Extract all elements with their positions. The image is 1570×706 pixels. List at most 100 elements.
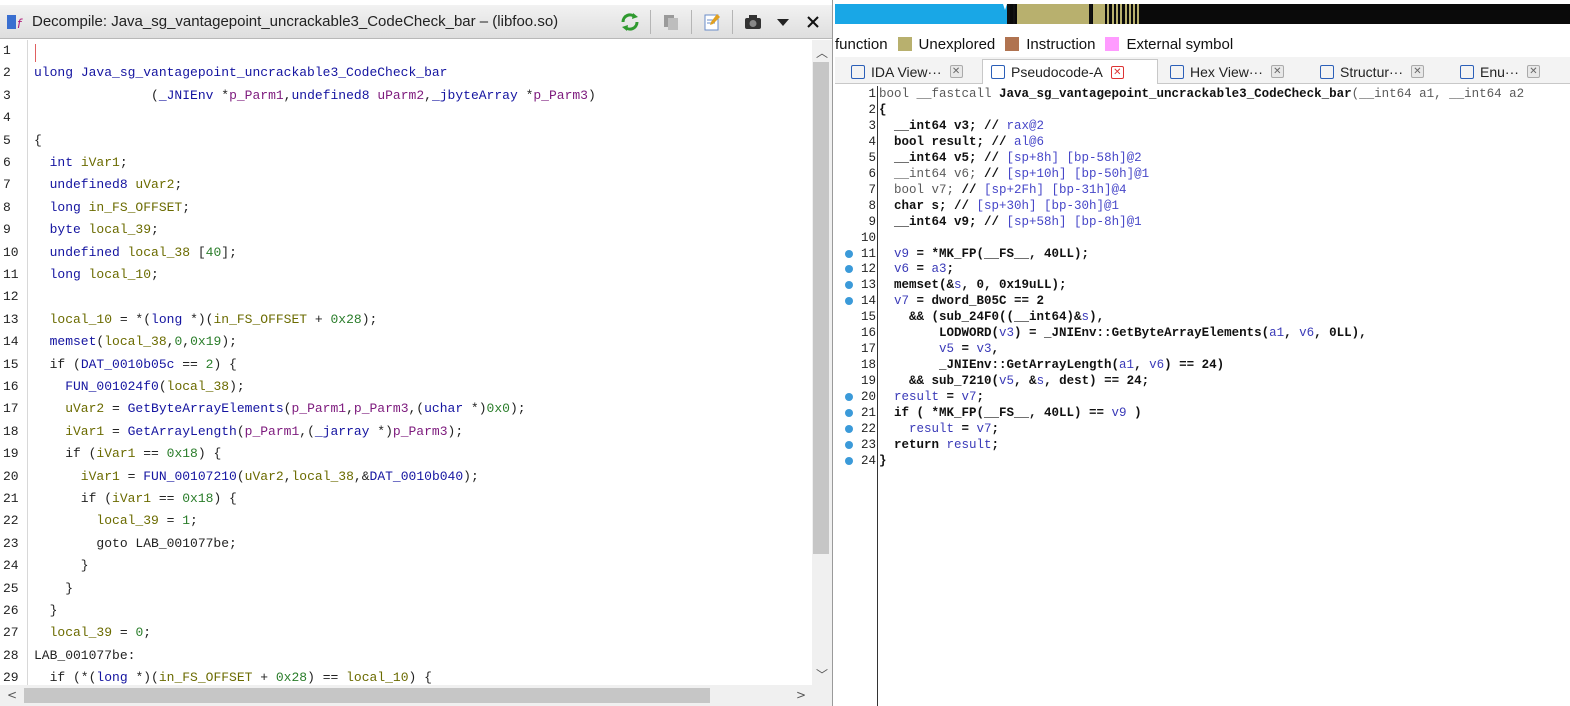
code-line[interactable]: 21 if (iVar1 == 0x18) { xyxy=(0,488,812,510)
breakpoint-dot-icon[interactable] xyxy=(845,393,853,402)
pseudocode-line[interactable]: 11 v9 = *MK_FP(__FS__, 40LL); xyxy=(835,246,1570,262)
tab-close-icon[interactable]: ✕ xyxy=(949,65,963,78)
code-token: p_Parm1 xyxy=(291,401,347,417)
pseudocode-line[interactable]: 13 memset(&s, 0, 0x19uLL); xyxy=(835,277,1570,293)
code-line[interactable]: 29 if (*(long *)(in_FS_OFFSET + 0x28) ==… xyxy=(0,667,812,685)
code-token: } xyxy=(34,603,58,618)
code-line[interactable]: 5{ xyxy=(0,130,812,152)
scroll-up-icon[interactable]: ︿ xyxy=(816,44,828,61)
code-line[interactable]: 23 goto LAB_001077be; xyxy=(0,533,812,555)
tab-close-icon[interactable]: ✕ xyxy=(1526,65,1540,78)
code-token: _JNIEnv::GetArrayLength( xyxy=(879,358,1120,373)
code-token: // xyxy=(984,118,1007,133)
breakpoint-dot-icon[interactable] xyxy=(845,265,853,274)
tab-pseudocodea[interactable]: Pseudocode-A ✕ xyxy=(982,59,1158,84)
breakpoint-dot-icon[interactable] xyxy=(845,456,853,465)
code-line[interactable]: 22 local_39 = 1; xyxy=(0,510,812,532)
tab-close-icon[interactable]: ✕ xyxy=(1110,65,1124,79)
code-line[interactable]: 7 undefined8 uVar2; xyxy=(0,174,812,196)
scroll-left-icon[interactable]: < xyxy=(7,688,17,702)
pseudocode-line[interactable]: 10 xyxy=(835,230,1570,246)
code-token: local_38 xyxy=(166,379,230,394)
pseudocode-line[interactable]: 20 result = v7; xyxy=(835,389,1570,405)
breakpoint-dot-icon[interactable] xyxy=(845,409,853,417)
copy-icon[interactable] xyxy=(658,9,684,35)
pseudocode-line[interactable]: 22 result = v7; xyxy=(835,421,1570,437)
refresh-icon[interactable] xyxy=(617,9,643,35)
code-token: a3 xyxy=(931,262,947,277)
code-line[interactable]: 4 xyxy=(0,107,812,129)
pseudocode-line[interactable]: 4 bool result; // al@6 xyxy=(835,134,1570,150)
code-token: *)( xyxy=(190,311,214,327)
pseudocode-line[interactable]: 16 LODWORD(v3) = _JNIEnv::GetByteArrayEl… xyxy=(835,325,1570,341)
code-line[interactable]: 11 long local_10; xyxy=(0,264,812,286)
pseudocode-line[interactable]: 8 char s; // [sp+30h] [bp-30h]@1 xyxy=(835,198,1570,214)
pseudocode-line[interactable]: 23 return result; xyxy=(835,437,1570,453)
code-line[interactable]: 8 long in_FS_OFFSET; xyxy=(0,197,812,219)
code-line[interactable]: 15 if (DAT_0010b05c == 2) { xyxy=(0,354,812,376)
pseudocode-line[interactable]: 2{ xyxy=(835,102,1570,118)
code-line[interactable]: 28 LAB_001077be: xyxy=(0,645,812,667)
close-icon[interactable] xyxy=(800,9,826,35)
tab-close-icon[interactable]: ✕ xyxy=(1270,65,1284,78)
pseudocode-line[interactable]: 15 && (sub_24F0((__int64)&s), xyxy=(835,309,1570,325)
code-line[interactable]: 14 memset(local_38,0,0x19); xyxy=(0,331,812,353)
pseudocode-line[interactable]: 24} xyxy=(835,453,1570,469)
code-line[interactable]: 6 int iVar1; xyxy=(0,152,812,174)
code-line[interactable]: 27 local_39 = 0; xyxy=(0,622,812,644)
edit-icon[interactable] xyxy=(699,9,725,35)
scroll-down-icon[interactable]: ﹀ xyxy=(816,666,828,683)
pseudocode-line[interactable]: 17 v5 = v3, xyxy=(835,341,1570,357)
pseudocode-line[interactable]: 12 v6 = a3; xyxy=(835,261,1570,277)
line-number: 18 xyxy=(3,423,19,439)
code-line[interactable]: 17 uVar2 = GetByteArrayElements(p_Parm1,… xyxy=(0,398,812,420)
tab-structur[interactable]: Structur··· ✕ xyxy=(1312,59,1446,84)
horizontal-scroll-thumb[interactable] xyxy=(24,688,710,703)
scroll-right-icon[interactable]: > xyxy=(796,688,806,702)
pseudocode-line[interactable]: 6 __int64 v6; // [sp+10h] [bp-50h]@1 xyxy=(835,166,1570,182)
breakpoint-dot-icon[interactable] xyxy=(845,281,853,290)
pseudocode-line[interactable]: 14 v7 = dword_B05C == 2 xyxy=(835,293,1570,309)
breakpoint-dot-icon[interactable] xyxy=(845,297,853,306)
pseudocode-line[interactable]: 7 bool v7; // [sp+2Fh] [bp-31h]@4 xyxy=(835,182,1570,198)
code-line[interactable]: 25 } xyxy=(0,578,812,600)
code-line[interactable]: 3 (_JNIEnv *p_Parm1,undefined8 uParm2,_j… xyxy=(0,85,812,107)
pseudocode-view[interactable]: 1 bool __fastcall Java_sg_vantagepoint_un… xyxy=(835,86,1570,706)
pseudocode-line[interactable]: 21 if ( *MK_FP(__FS__, 40LL) == v9 ) xyxy=(835,405,1570,421)
code-line[interactable]: 12 xyxy=(0,286,812,308)
code-token: = xyxy=(112,401,128,417)
code-line[interactable]: 9 byte local_39; xyxy=(0,219,812,241)
code-line[interactable]: 10 undefined local_38 [40]; xyxy=(0,242,812,264)
code-line[interactable]: 18 iVar1 = GetArrayLength(p_Parm1,(_jarr… xyxy=(0,421,812,443)
tab-close-icon[interactable]: ✕ xyxy=(1411,65,1424,78)
snapshot-icon[interactable] xyxy=(740,9,766,35)
breakpoint-dot-icon[interactable] xyxy=(845,249,853,258)
code-line[interactable]: 19 if (iVar1 == 0x18) { xyxy=(0,443,812,465)
pseudocode-line[interactable]: 1 bool __fastcall Java_sg_vantagepoint_un… xyxy=(835,86,1570,102)
menu-icon[interactable] xyxy=(770,9,796,35)
tab-idaview[interactable]: IDA View··· ✕ xyxy=(843,59,971,84)
tab-hexview[interactable]: Hex View··· ✕ xyxy=(1162,59,1306,84)
code-text: && (sub_24F0((__int64)&s), xyxy=(879,310,1104,324)
navigation-band[interactable] xyxy=(835,4,1570,24)
code-line[interactable]: 26 } xyxy=(0,600,812,622)
pseudocode-line[interactable]: 9 __int64 v9; // [sp+58h] [bp-8h]@1 xyxy=(835,214,1570,230)
code-line[interactable]: 24 } xyxy=(0,555,812,577)
pseudocode-line[interactable]: 3 __int64 v3; // rax@2 xyxy=(835,118,1570,134)
code-line[interactable]: 16 FUN_001024f0(local_38); xyxy=(0,376,812,398)
code-line[interactable]: 13 local_10 = *(long *)(in_FS_OFFSET + 0… xyxy=(0,309,812,331)
code-text: v9 = *MK_FP(__FS__, 40LL); xyxy=(879,247,1089,261)
tab-enu[interactable]: Enu··· ✕ xyxy=(1452,59,1556,84)
pseudocode-line[interactable]: 5 __int64 v5; // [sp+8h] [bp-58h]@2 xyxy=(835,150,1570,166)
code-line[interactable]: 1 xyxy=(0,40,812,62)
breakpoint-dot-icon[interactable] xyxy=(845,440,853,449)
svg-text:f: f xyxy=(17,17,23,31)
code-line[interactable]: 20 iVar1 = FUN_00107210(uVar2,local_38,&… xyxy=(0,466,812,488)
line-number: 11 xyxy=(860,246,876,261)
pseudocode-line[interactable]: 19 && sub_7210(v5, &s, dest) == 24; xyxy=(835,373,1570,389)
breakpoint-dot-icon[interactable] xyxy=(845,424,853,433)
vertical-scroll-thumb[interactable] xyxy=(813,62,829,554)
code-line[interactable]: 2 ulong Java_sg_vantagepoint_uncrackable3… xyxy=(0,62,812,84)
decompiled-code-view[interactable]: 1 2 ulong Java_sg_vantagepoint_uncrackable… xyxy=(0,40,812,685)
pseudocode-line[interactable]: 18 _JNIEnv::GetArrayLength(a1, v6) == 24… xyxy=(835,357,1570,373)
